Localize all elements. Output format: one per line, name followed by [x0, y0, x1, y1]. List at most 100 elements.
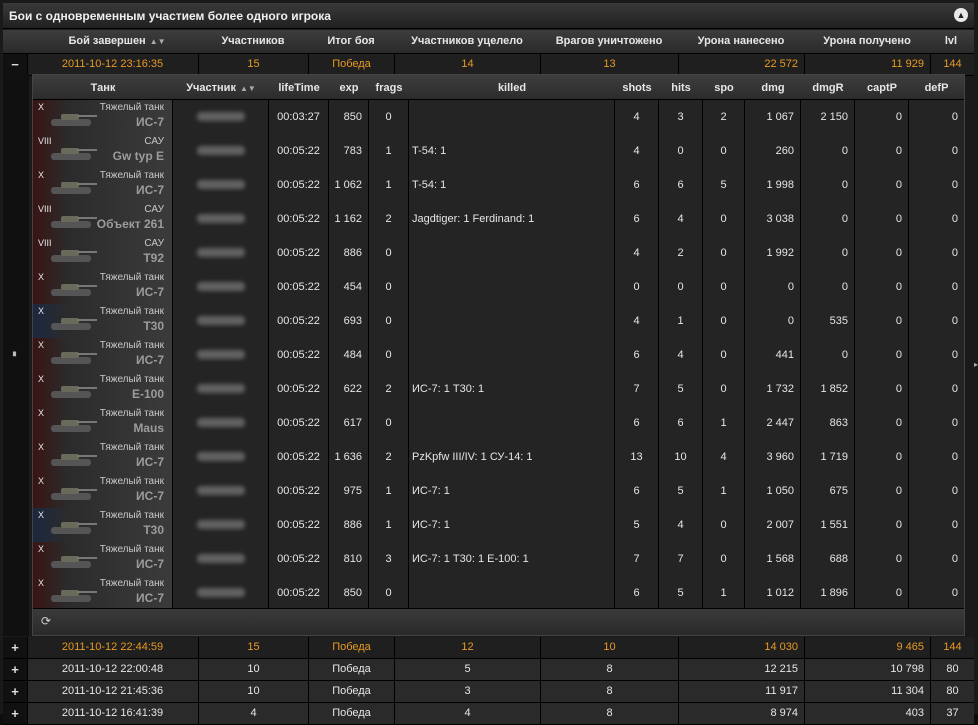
tank-cell: X Тяжелый танк ИС-7: [33, 168, 173, 202]
cell-hits: 5: [659, 474, 703, 508]
cell-frags: 0: [369, 270, 409, 304]
cell-shots: 6: [615, 474, 659, 508]
col-spo[interactable]: spo: [703, 77, 745, 99]
collapse-up-icon[interactable]: ▲: [954, 8, 968, 22]
cell-defP: 0: [951, 213, 958, 225]
table-row[interactable]: X Тяжелый танк ИС-7 00:05:22 454 0 0 0 0 0 0 0 0: [33, 270, 964, 305]
col-damage-dealt[interactable]: Урона нанесено: [679, 30, 803, 53]
cell-dmgR: 2 150: [801, 100, 855, 134]
col-damage-received[interactable]: Урона получено: [805, 30, 929, 53]
tank-tier: X: [38, 102, 45, 112]
cell-killed: PzKpfw III/IV: 1 СУ-14: 1: [409, 440, 615, 474]
table-row[interactable]: X Тяжелый танк E-100 00:05:22 622 2 ИС-7: 1 T3…: [33, 372, 964, 407]
cell-hits: 10: [659, 440, 703, 474]
col-exp[interactable]: exp: [329, 77, 369, 99]
cell-player-blurred: [173, 168, 269, 202]
table-row[interactable]: X Тяжелый танк ИС-7 00:05:22 975 1 ИС-7: 16511…: [33, 474, 964, 509]
col-shots[interactable]: shots: [615, 77, 659, 99]
battle-row[interactable]: +2011-10-12 22:00:48 10 Победа 5 8 12 215 10 7…: [3, 659, 974, 681]
cell-player-blurred: [173, 202, 269, 236]
col-participants[interactable]: Участников: [199, 30, 307, 53]
sort-arrows-icon[interactable]: ▲▼: [150, 30, 166, 53]
col-frags[interactable]: frags: [369, 77, 409, 99]
tank-cell: X Тяжелый танк Maus: [33, 406, 173, 440]
col-enemies-destroyed[interactable]: Врагов уничтожено: [541, 30, 677, 53]
col-dmg[interactable]: dmg: [745, 77, 801, 99]
table-row[interactable]: VIII САУ T92 00:05:22 886 0 4 2 0 1 992 0 0 0: [33, 236, 964, 271]
tank-cell: X Тяжелый танк ИС-7: [33, 270, 173, 304]
table-row[interactable]: VIII САУ Объект 261 00:05:22 1 162 2 Jagdtiger…: [33, 202, 964, 237]
cell-lifetime: 00:05:22: [269, 508, 329, 542]
cell-dmg: 0: [745, 270, 801, 304]
battle-date: 2011-10-12 21:45:36: [27, 681, 199, 702]
blurred-name: [197, 588, 245, 597]
table-row[interactable]: VIII САУ Gw typ E 00:05:22 783 1 T-54: 1 4 0 0 260…: [33, 134, 964, 169]
table-row[interactable]: X Тяжелый танк T30 00:05:22 693 0 4 1 0 0 535 0 0: [33, 304, 964, 339]
collapse-row-icon[interactable]: −: [3, 54, 28, 75]
cell-killed: Jagdtiger: 1 Ferdinand: 1: [409, 202, 615, 236]
col-captP[interactable]: captP: [855, 77, 909, 99]
table-row[interactable]: X Тяжелый танк ИС-7 00:05:22 484 0 6 4 0 441 0 0 0: [33, 338, 964, 373]
blurred-name: [197, 486, 245, 495]
cell-dmgR: 863: [801, 406, 855, 440]
battle-lvl: 80: [946, 663, 959, 675]
tank-name: T92: [143, 251, 164, 265]
cell-lifetime: 00:05:22: [269, 372, 329, 406]
battle-lvl: 144: [943, 58, 962, 70]
col-lvl[interactable]: lvl: [931, 30, 971, 53]
tank-type: Тяжелый танк: [99, 408, 164, 419]
refresh-icon[interactable]: ⟳: [41, 614, 51, 628]
cell-lifetime: 00:05:22: [269, 304, 329, 338]
col-lifetime[interactable]: lifeTime: [269, 77, 329, 99]
col-battle-ended[interactable]: Бой завершен ▲▼: [37, 30, 197, 53]
scroll-grip-icon[interactable]: ▸: [974, 360, 978, 372]
cell-dmg: 3 038: [745, 202, 801, 236]
tank-name: T30: [143, 523, 164, 537]
cell-dmg: 1 998: [745, 168, 801, 202]
battle-date: 2011-10-12 23:16:35: [27, 54, 199, 75]
battle-damage-received: 11 929: [805, 54, 931, 75]
tank-name: E-100: [131, 387, 164, 401]
cell-hits: 4: [659, 338, 703, 372]
col-killed[interactable]: killed: [409, 77, 615, 99]
col-tank[interactable]: Танк: [33, 77, 173, 99]
expand-row-icon[interactable]: +: [3, 637, 28, 658]
cell-captP: 0: [855, 508, 909, 542]
cell-exp: 693: [329, 304, 369, 338]
tank-tier: X: [38, 578, 45, 588]
detail-footer: ⟳: [33, 608, 964, 635]
cell-frags: 2: [369, 440, 409, 474]
expand-row-icon[interactable]: +: [3, 659, 28, 680]
cell-killed: [409, 406, 615, 440]
cell-frags: 0: [369, 236, 409, 270]
col-dmgR[interactable]: dmgR: [801, 77, 855, 99]
cell-shots: 6: [615, 406, 659, 440]
battle-row[interactable]: +2011-10-12 22:44:59 15 Победа 12 10 14 030 9 …: [3, 637, 974, 659]
tank-cell: X Тяжелый танк ИС-7: [33, 440, 173, 474]
cell-lifetime: 00:05:22: [269, 134, 329, 168]
cell-captP: 0: [855, 440, 909, 474]
blurred-name: [197, 214, 245, 223]
tank-name: ИС-7: [136, 591, 164, 605]
sort-arrows-icon[interactable]: ▲▼: [240, 78, 256, 100]
col-defP[interactable]: defP: [909, 77, 964, 99]
cell-defP: 0: [951, 485, 958, 497]
expand-row-icon[interactable]: +: [3, 681, 28, 702]
battle-row[interactable]: +2011-10-12 16:41:39 4 Победа 4 8 8 974 403 37: [3, 703, 974, 725]
table-row[interactable]: X Тяжелый танк ИС-7 00:05:22 1 062 1 T-54: 166…: [33, 168, 964, 203]
table-row[interactable]: X Тяжелый танк ИС-7 00:03:27 850 0 4 3 2 1 067 2 1…: [33, 100, 964, 135]
col-survived[interactable]: Участников уцелело: [395, 30, 539, 53]
table-row[interactable]: X Тяжелый танк ИС-7 00:05:22 810 3 ИС-7: 1 T30…: [33, 542, 964, 577]
battle-row[interactable]: +2011-10-12 21:45:36 10 Победа 3 8 11 917 11 3…: [3, 681, 974, 703]
col-player[interactable]: Участник ▲▼: [173, 77, 269, 99]
battle-damage-dealt: 14 030: [679, 637, 805, 658]
col-hits[interactable]: hits: [659, 77, 703, 99]
table-row[interactable]: X Тяжелый танк ИС-7 00:05:22 1 636 2 PzKpfw II…: [33, 440, 964, 475]
table-row[interactable]: X Тяжелый танк T30 00:05:22 886 1 ИС-7: 15402 …: [33, 508, 964, 543]
battle-row-expanded[interactable]: − 2011-10-12 23:16:35 15 Победа 14 13 22…: [3, 54, 974, 76]
cell-defP: 0: [951, 247, 958, 259]
cell-dmg: 0: [745, 304, 801, 338]
table-row[interactable]: X Тяжелый танк Maus 00:05:22 617 0 6 6 1 2 447 863…: [33, 406, 964, 441]
col-battle-result[interactable]: Итог боя: [309, 30, 393, 53]
table-row[interactable]: X Тяжелый танк ИС-7 00:05:22 850 0 6 5 1 1 012 1 8…: [33, 576, 964, 611]
